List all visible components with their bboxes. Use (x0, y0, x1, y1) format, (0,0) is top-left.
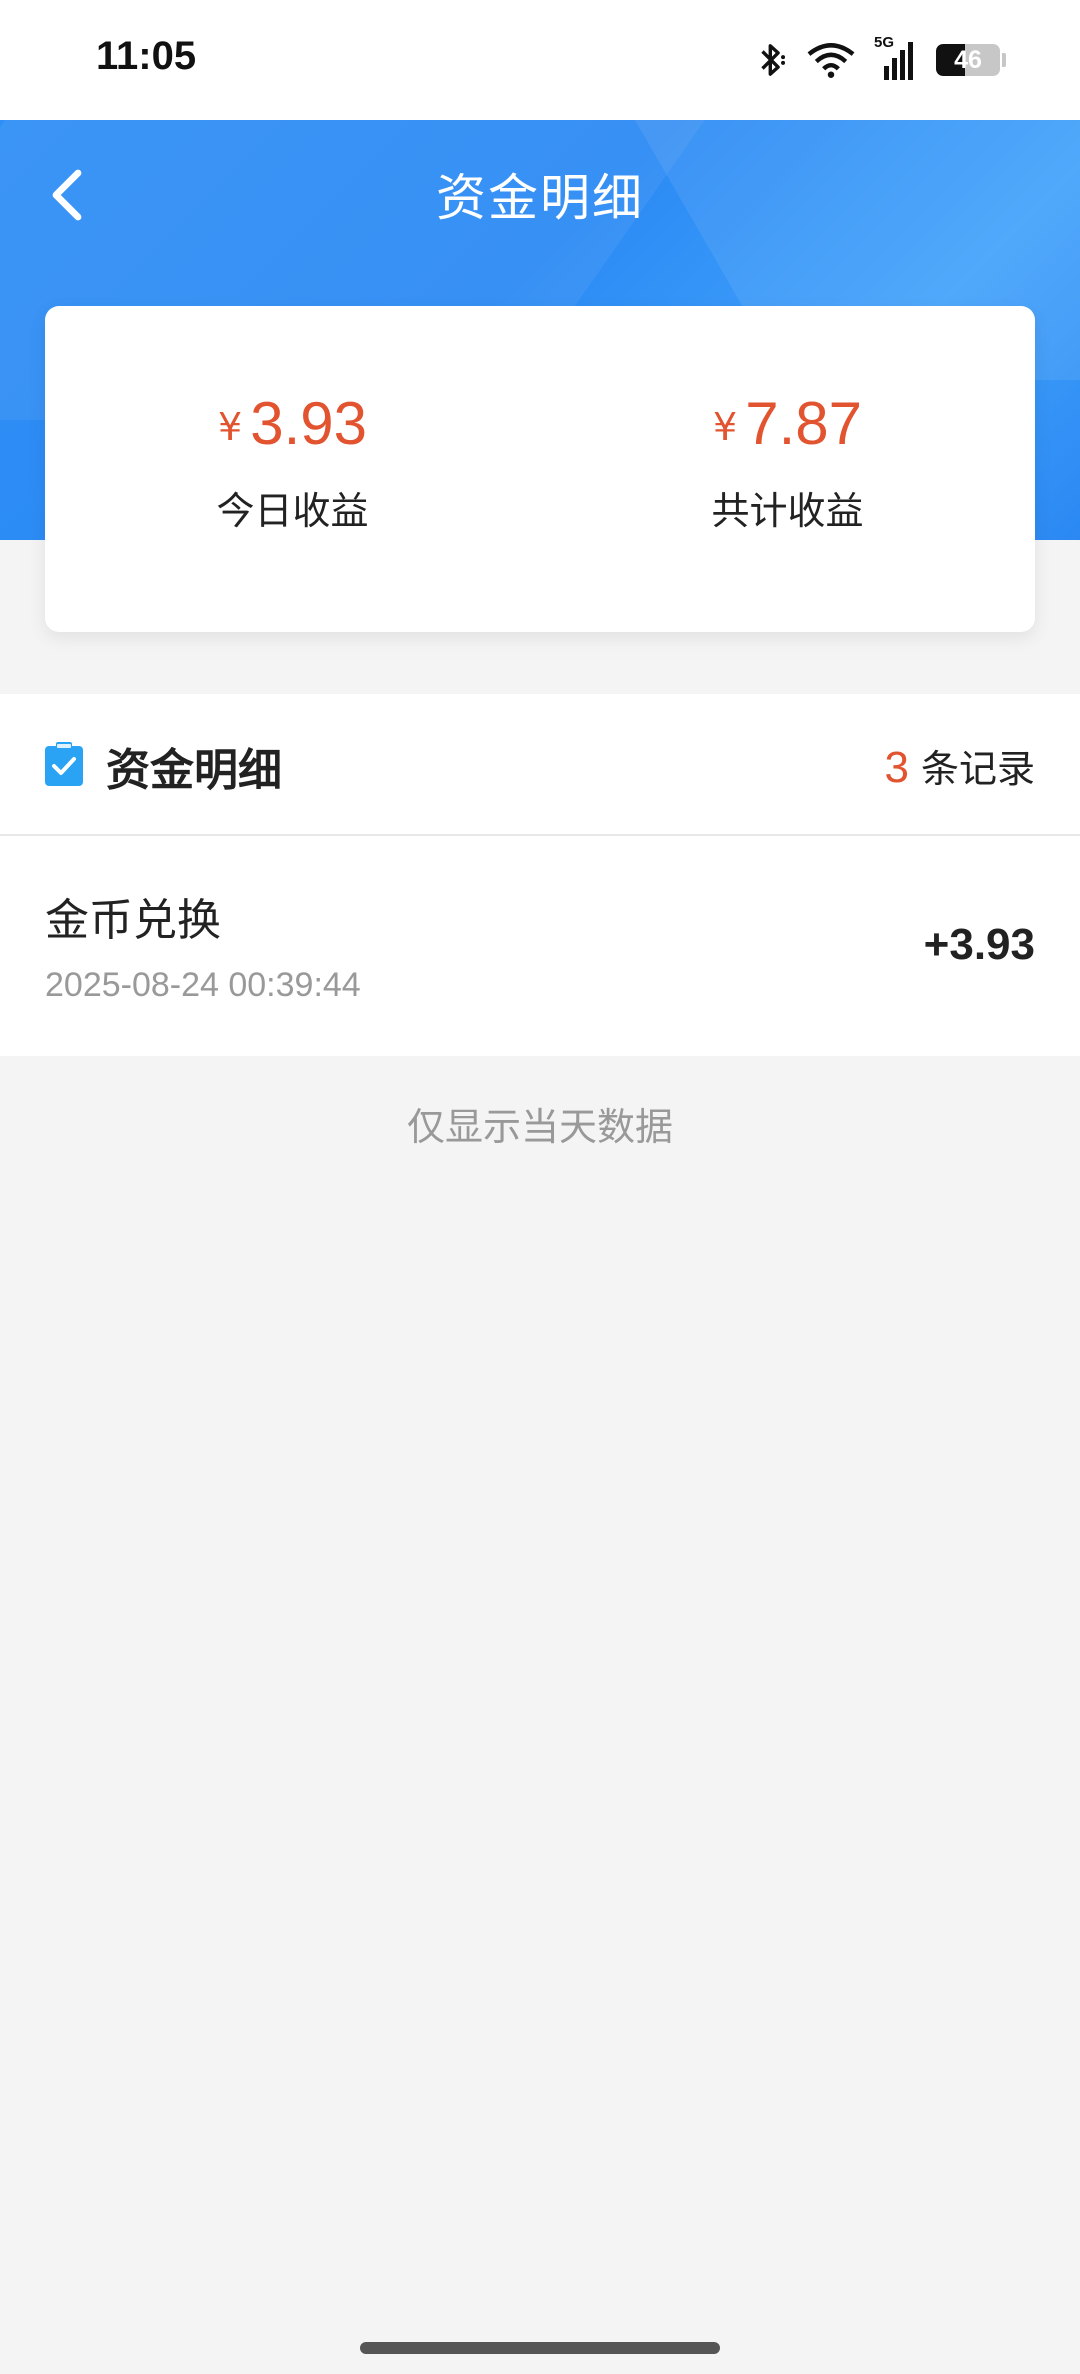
battery-tip (1002, 53, 1006, 67)
today-amount-value: 3.93 (250, 390, 367, 457)
network-type-label: 5G (874, 34, 895, 51)
status-time: 11:05 (96, 34, 197, 78)
cellular-signal-icon: 5G (874, 34, 918, 82)
today-amount: ¥3.93 (45, 394, 540, 454)
today-label: 今日收益 (216, 489, 369, 533)
earnings-summary-card: ¥3.93 今日收益 ¥7.87 共计收益 (45, 306, 1035, 632)
total-earnings: ¥7.87 共计收益 (540, 306, 1035, 632)
record-count: 3 条记录 (885, 738, 1036, 793)
clipboard-check-icon (45, 742, 83, 786)
today-earnings: ¥3.93 今日收益 (45, 306, 540, 632)
page-title: 资金明细 (436, 169, 644, 227)
total-label: 共计收益 (711, 489, 864, 533)
record-timestamp: 2025-08-24 00:39:44 (45, 966, 361, 1004)
record-count-number: 3 (884, 743, 909, 792)
section-title: 资金明细 (106, 745, 282, 796)
section-header: 资金明细 3 条记录 (0, 694, 1080, 836)
record-title: 金币兑换 (45, 895, 221, 946)
battery-icon: 46 (936, 44, 1000, 76)
home-indicator[interactable] (360, 2342, 720, 2354)
footer-note: 仅显示当天数据 (406, 1105, 673, 1149)
list-item[interactable]: 金币兑换 2025-08-24 00:39:44 +3.93 (0, 836, 1080, 1056)
status-bar: 11:05 5G 46 (0, 0, 1080, 120)
total-amount: ¥7.87 (540, 394, 1035, 454)
wifi-icon (807, 43, 855, 78)
currency-symbol: ¥ (713, 405, 738, 449)
record-amount: +3.93 (923, 920, 1035, 969)
currency-symbol: ¥ (218, 405, 243, 449)
total-amount-value: 7.87 (745, 390, 862, 457)
battery-percent: 46 (954, 46, 982, 74)
status-icons: 5G 46 (754, 34, 1006, 84)
bluetooth-icon (761, 44, 786, 76)
record-count-suffix: 条记录 (920, 747, 1035, 791)
